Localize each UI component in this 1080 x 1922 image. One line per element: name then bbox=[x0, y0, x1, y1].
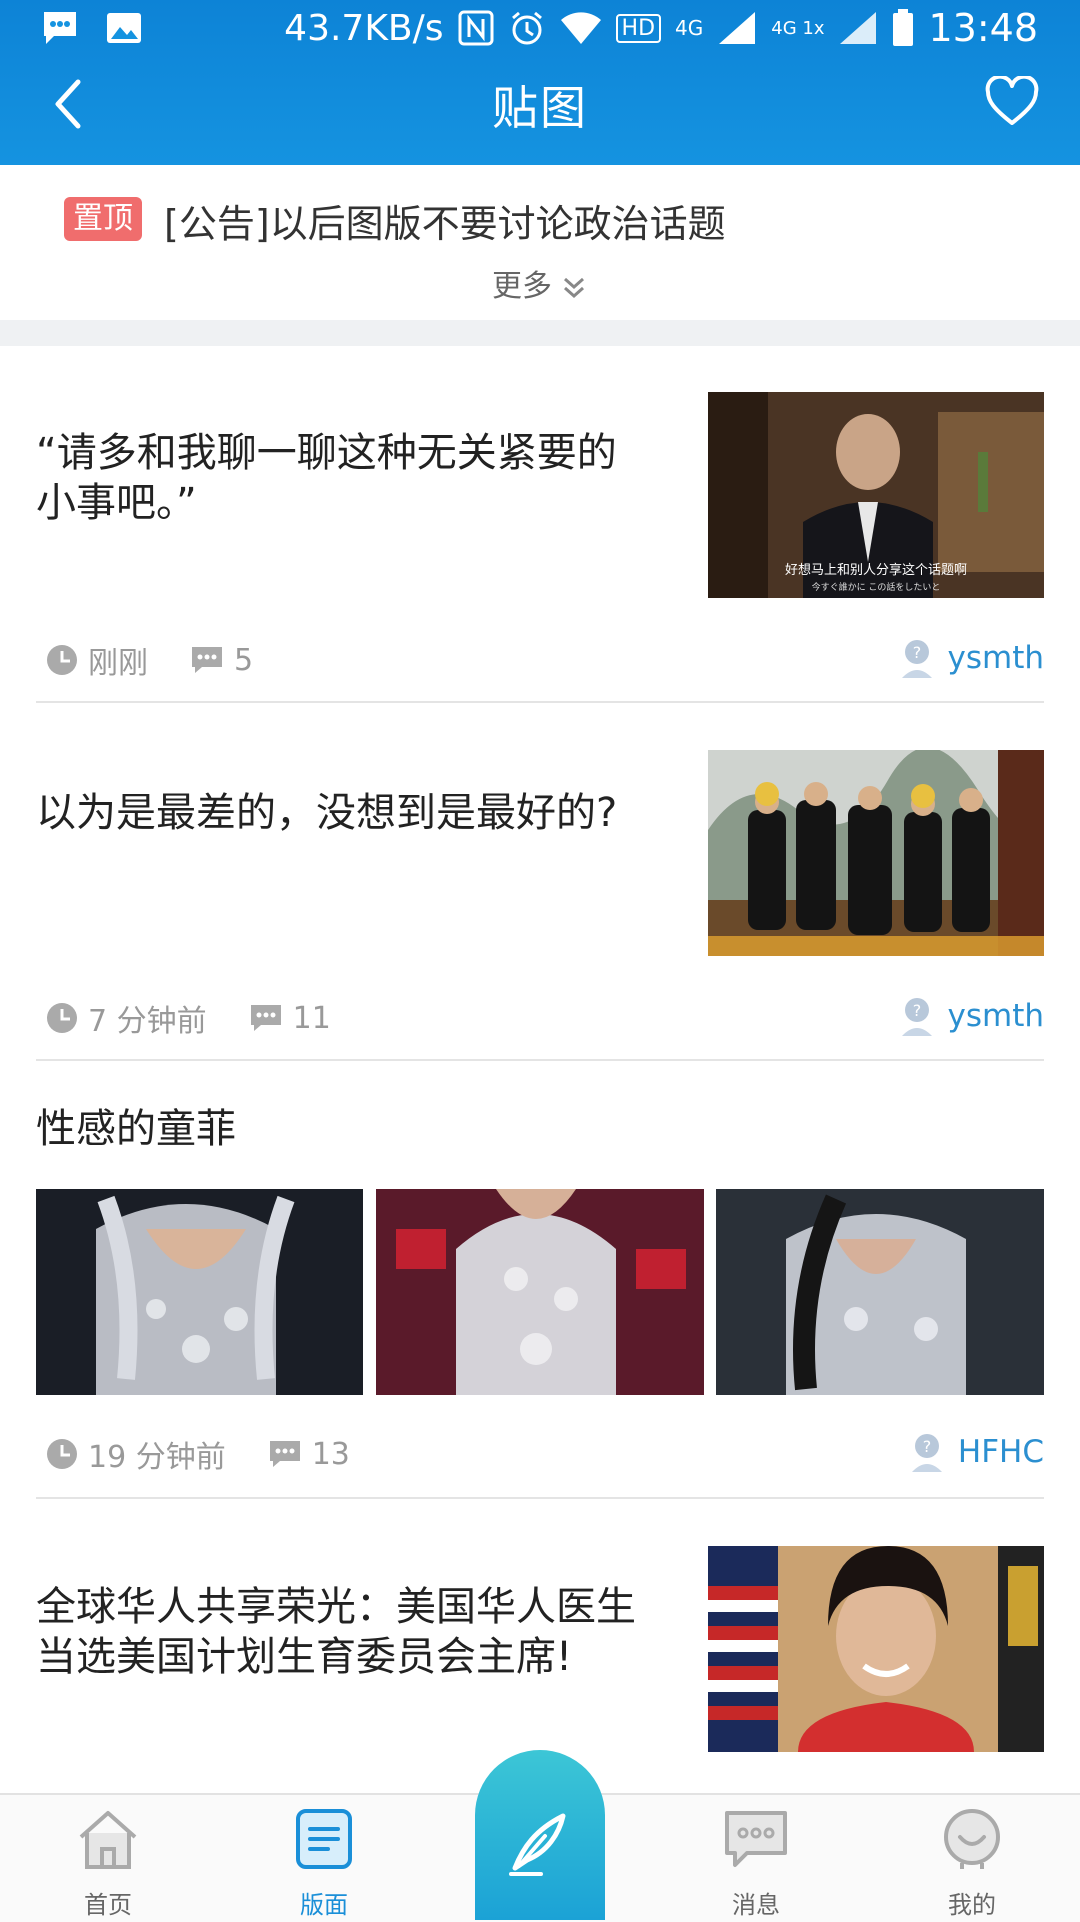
comment-count: 13 bbox=[311, 1436, 350, 1472]
gallery-photo bbox=[376, 1189, 704, 1395]
favorite-heart-icon[interactable] bbox=[984, 76, 1040, 128]
thumbnail-photo-portrait bbox=[708, 1546, 1044, 1752]
pinned-title[interactable]: [公告]以后图版不要讨论政治话题 bbox=[164, 193, 726, 248]
tab-home-label: 首页 bbox=[84, 1891, 132, 1919]
section-separator bbox=[0, 320, 1080, 346]
app-header: 43.7KB/s HD 4G 4G 1x 13:48 贴图 bbox=[0, 0, 1080, 165]
tab-profile-label: 我的 bbox=[948, 1891, 996, 1919]
gallery-photo bbox=[716, 1189, 1044, 1395]
tab-boards[interactable]: 版面 bbox=[254, 1807, 394, 1920]
author-name[interactable]: HFHC bbox=[958, 1434, 1044, 1470]
home-icon bbox=[79, 1811, 137, 1869]
svg-text:?: ? bbox=[923, 1437, 932, 1456]
tab-profile[interactable]: 我的 bbox=[902, 1807, 1042, 1920]
post-item[interactable]: 性感的童菲 19 分钟前 13 ? HFHC bbox=[36, 1062, 1044, 1500]
hd-badge: HD bbox=[615, 13, 662, 43]
post-meta: 刚刚 5 bbox=[46, 638, 253, 682]
avatar-icon: ? bbox=[901, 640, 932, 678]
svg-text:今すぐ誰かに この話をしたいと: 今すぐ誰かに この話をしたいと bbox=[812, 581, 941, 593]
feather-pen-icon bbox=[509, 1813, 566, 1876]
double-chevron-down-icon bbox=[564, 277, 584, 298]
comment-icon bbox=[250, 1005, 281, 1031]
comment-count: 5 bbox=[234, 642, 254, 678]
tab-boards-label: 版面 bbox=[300, 1891, 348, 1919]
post-meta: 7 分钟前 11 bbox=[46, 996, 331, 1040]
nfc-icon bbox=[458, 10, 494, 46]
clock-icon bbox=[47, 1003, 77, 1033]
board-document-icon bbox=[296, 1809, 352, 1869]
tab-messages[interactable]: 消息 bbox=[686, 1807, 826, 1920]
clock-icon bbox=[47, 1439, 77, 1469]
author-name[interactable]: ysmth bbox=[948, 998, 1045, 1034]
more-button[interactable]: 更多 bbox=[0, 261, 1080, 305]
thumbnail-photo-group bbox=[708, 750, 1044, 956]
comment-icon bbox=[269, 1441, 300, 1467]
post-thumbnail[interactable] bbox=[708, 1546, 1044, 1752]
divider bbox=[36, 701, 1044, 703]
status-bar: 43.7KB/s HD 4G 4G 1x 13:48 bbox=[0, 0, 1080, 64]
compose-post-button[interactable] bbox=[475, 1750, 605, 1920]
gallery-thumbnail-2[interactable] bbox=[376, 1189, 704, 1395]
network-type-2: 4G 1x bbox=[771, 17, 825, 39]
svg-text:?: ? bbox=[912, 1001, 921, 1020]
pinned-announcement[interactable]: 置顶 [公告]以后图版不要讨论政治话题 更多 bbox=[0, 165, 1080, 320]
message-notification-icon bbox=[44, 12, 76, 44]
battery-icon bbox=[893, 9, 914, 46]
signal-icon-1 bbox=[719, 12, 756, 44]
post-author[interactable]: ? ysmth bbox=[900, 638, 1045, 678]
image-notification-icon bbox=[107, 13, 141, 43]
post-item[interactable]: “请多和我聊一聊这种无关紧要的 小事吧。” 好想马上和别人分享这个话题啊 今すぐ… bbox=[36, 346, 1044, 704]
post-title[interactable]: 性感的童菲 bbox=[36, 1104, 236, 1154]
message-bubble-icon bbox=[725, 1811, 787, 1867]
nav-bar: 贴图 bbox=[0, 64, 1080, 165]
alarm-icon bbox=[511, 11, 542, 45]
network-type-1: 4G bbox=[675, 16, 704, 40]
post-meta: 19 分钟前 13 bbox=[46, 1432, 350, 1476]
network-speed: 43.7KB/s bbox=[284, 7, 444, 49]
avatar-icon: ? bbox=[911, 1434, 942, 1472]
svg-text:?: ? bbox=[912, 643, 921, 662]
post-time: 刚刚 bbox=[88, 646, 148, 681]
tab-home[interactable]: 首页 bbox=[38, 1807, 178, 1920]
post-item[interactable]: 以为是最差的，没想到是最好的? 7 分钟前 11 ? ysmth bbox=[36, 704, 1044, 1062]
user-profile-icon bbox=[944, 1809, 1000, 1869]
divider bbox=[36, 1497, 1044, 1499]
gallery-thumbnail-1[interactable] bbox=[36, 1189, 363, 1395]
post-title[interactable]: 以为是最差的，没想到是最好的? bbox=[36, 788, 617, 838]
thumbnail-photo-scene: 好想马上和别人分享这个话题啊 今すぐ誰かに この話をしたいと bbox=[708, 392, 1044, 598]
post-thumbnail[interactable]: 好想马上和别人分享这个话题啊 今すぐ誰かに この話をしたいと bbox=[708, 392, 1044, 598]
author-name[interactable]: ysmth bbox=[948, 640, 1045, 676]
page-title: 贴图 bbox=[492, 81, 588, 135]
avatar-icon: ? bbox=[901, 998, 932, 1036]
clock: 13:48 bbox=[928, 6, 1038, 50]
pinned-badge: 置顶 bbox=[64, 197, 142, 241]
wifi-icon bbox=[560, 12, 601, 44]
post-time: 7 分钟前 bbox=[88, 1004, 207, 1039]
gallery-thumbnail-3[interactable] bbox=[716, 1189, 1044, 1395]
post-title[interactable]: “请多和我聊一聊这种无关紧要的 小事吧。” bbox=[36, 428, 617, 528]
post-thumbnail[interactable] bbox=[708, 750, 1044, 956]
clock-icon bbox=[47, 645, 77, 675]
comment-icon bbox=[192, 647, 222, 673]
post-title[interactable]: 全球华人共享荣光：美国华人医生 当选美国计划生育委员会主席! bbox=[36, 1582, 636, 1682]
tab-messages-label: 消息 bbox=[732, 1891, 780, 1919]
post-author[interactable]: ? HFHC bbox=[910, 1432, 1044, 1472]
comment-count: 11 bbox=[292, 1000, 331, 1036]
post-author[interactable]: ? ysmth bbox=[900, 996, 1045, 1036]
more-label: 更多 bbox=[492, 269, 552, 304]
svg-text:好想马上和别人分享这个话题啊: 好想马上和别人分享这个话题啊 bbox=[785, 562, 967, 578]
signal-icon-2 bbox=[840, 12, 877, 44]
divider bbox=[36, 1059, 1044, 1061]
post-time: 19 分钟前 bbox=[88, 1440, 226, 1475]
gallery-photo bbox=[36, 1189, 363, 1395]
